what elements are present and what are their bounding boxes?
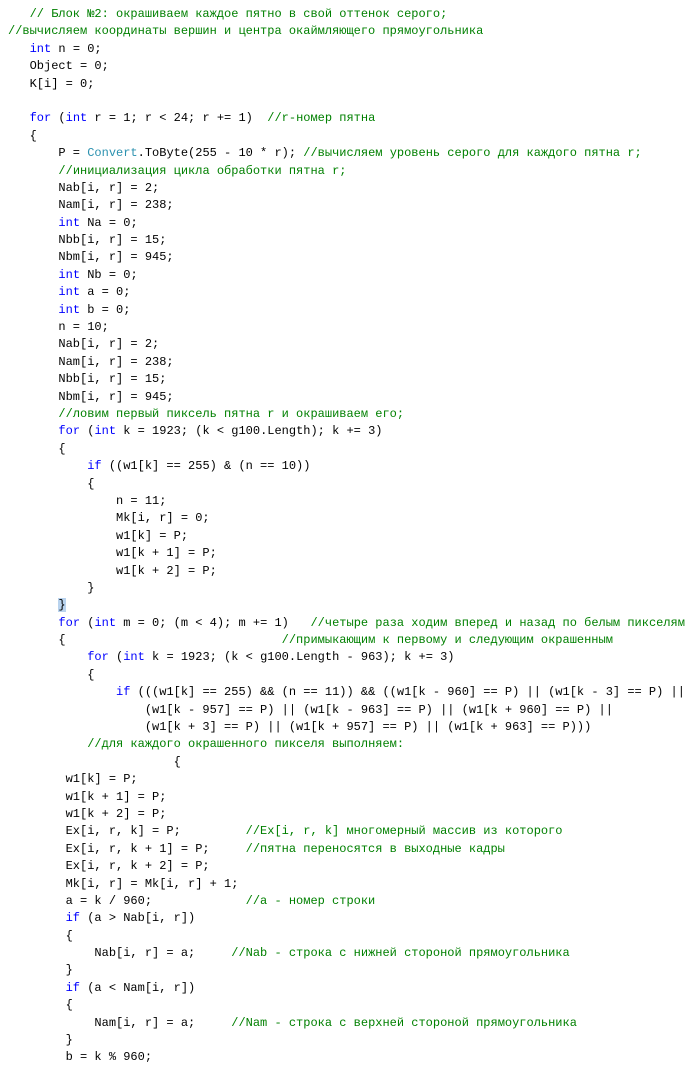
- keyword-int: int: [66, 111, 88, 125]
- code-text: }: [8, 581, 94, 595]
- keyword-for: for: [58, 424, 80, 438]
- comment: //инициализация цикла обработки пятна r;: [58, 164, 346, 178]
- keyword-int: int: [58, 268, 80, 282]
- keyword-for: for: [30, 111, 52, 125]
- code-text: (: [51, 111, 65, 125]
- comment: //вычисляем координаты вершин и центра о…: [8, 24, 483, 38]
- code-text: Nbm[i, r] = 945;: [8, 390, 174, 404]
- comment: //a - номер строки: [246, 894, 376, 908]
- code-text: }: [8, 1033, 73, 1047]
- keyword-int: int: [58, 303, 80, 317]
- selected-brace: }: [58, 598, 65, 612]
- comment: //вычисляем уровень серого для каждого п…: [303, 146, 641, 160]
- code-text: K[i] = 0;: [8, 77, 94, 91]
- code-text: b = k % 960;: [8, 1050, 152, 1064]
- keyword-int: int: [58, 285, 80, 299]
- keyword-if: if: [87, 459, 101, 473]
- code-text: Nab[i, r] = 2;: [8, 337, 159, 351]
- keyword-if: if: [66, 911, 80, 925]
- comment: //для каждого окрашенного пикселя выполн…: [87, 737, 404, 751]
- keyword-for: for: [87, 650, 109, 664]
- code-text: P =: [8, 146, 87, 160]
- code-text: k = 1923; (k < g100.Length - 963); k += …: [145, 650, 455, 664]
- code-text: {: [8, 668, 94, 682]
- code-text: Nbm[i, r] = 945;: [8, 250, 174, 264]
- comment: //ловим первый пиксель пятна r и окрашив…: [58, 407, 404, 421]
- comment: //Ex[i, r, k] многомерный массив из кото…: [246, 824, 563, 838]
- code-text: (w1[k - 957] == P) || (w1[k - 963] == P)…: [8, 703, 613, 717]
- keyword-if: if: [66, 981, 80, 995]
- comment: // Блок №2: окрашиваем каждое пятно в св…: [8, 7, 447, 21]
- keyword-if: if: [116, 685, 130, 699]
- code-text: w1[k + 1] = P;: [8, 790, 166, 804]
- code-text: Nbb[i, r] = 15;: [8, 372, 166, 386]
- code-text: {: [8, 755, 181, 769]
- code-text: m = 0; (m < 4); m += 1): [116, 616, 310, 630]
- code-text: .ToByte(255 - 10 * r);: [138, 146, 304, 160]
- comment: //Nab - строка с нижней стороной прямоуг…: [231, 946, 569, 960]
- code-text: n = 0;: [51, 42, 101, 56]
- code-text: (a < Nam[i, r]): [80, 981, 195, 995]
- comment: //r-номер пятна: [267, 111, 375, 125]
- code-text: n = 10;: [8, 320, 109, 334]
- code-text: a = k / 960;: [8, 894, 246, 908]
- code-text: b = 0;: [80, 303, 130, 317]
- code-text: Na = 0;: [80, 216, 138, 230]
- code-text: Nab[i, r] = 2;: [8, 181, 159, 195]
- code-text: Nam[i, r] = 238;: [8, 198, 174, 212]
- code-text: r = 1; r < 24; r += 1): [87, 111, 267, 125]
- code-text: {: [8, 129, 37, 143]
- code-text: w1[k] = P;: [8, 529, 188, 543]
- code-text: {: [8, 633, 282, 647]
- code-text: }: [8, 963, 73, 977]
- keyword-int: int: [30, 42, 52, 56]
- code-text: (((w1[k] == 255) && (n == 11)) && ((w1[k…: [130, 685, 685, 699]
- code-text: Nb = 0;: [80, 268, 138, 282]
- comment: //пятна переносятся в выходные кадры: [246, 842, 505, 856]
- keyword-int: int: [94, 424, 116, 438]
- code-block: // Блок №2: окрашиваем каждое пятно в св…: [0, 0, 685, 1073]
- comment: //четыре раза ходим вперед и назад по бе…: [310, 616, 685, 630]
- code-text: w1[k + 2] = P;: [8, 807, 166, 821]
- keyword-int: int: [58, 216, 80, 230]
- keyword-for: for: [58, 616, 80, 630]
- code-text: Nam[i, r] = a;: [8, 1016, 231, 1030]
- code-text: {: [8, 929, 73, 943]
- code-text: Ex[i, r, k + 1] = P;: [8, 842, 246, 856]
- code-text: w1[k + 1] = P;: [8, 546, 217, 560]
- code-text: w1[k] = P;: [8, 772, 138, 786]
- code-text: (w1[k + 3] == P) || (w1[k + 957] == P) |…: [8, 720, 591, 734]
- comment: //примыкающим к первому и следующим окра…: [282, 633, 613, 647]
- code-text: {: [8, 442, 66, 456]
- code-text: Nam[i, r] = 238;: [8, 355, 174, 369]
- code-text: Nbb[i, r] = 15;: [8, 233, 166, 247]
- code-text: Ex[i, r, k + 2] = P;: [8, 859, 210, 873]
- code-text: Nab[i, r] = a;: [8, 946, 231, 960]
- keyword-int: int: [94, 616, 116, 630]
- code-text: ((w1[k] == 255) & (n == 10)): [102, 459, 311, 473]
- code-text: Mk[i, r] = 0;: [8, 511, 210, 525]
- comment: //Nam - строка с верхней стороной прямоу…: [231, 1016, 577, 1030]
- type-convert: Convert: [87, 146, 137, 160]
- code-text: (a > Nab[i, r]): [80, 911, 195, 925]
- code-text: n = 11;: [8, 494, 166, 508]
- code-text: a = 0;: [80, 285, 130, 299]
- keyword-int: int: [123, 650, 145, 664]
- code-text: Object = 0;: [8, 59, 109, 73]
- code-text: (: [80, 616, 94, 630]
- code-text: k = 1923; (k < g100.Length); k += 3): [116, 424, 382, 438]
- code-text: (: [109, 650, 123, 664]
- code-text: {: [8, 477, 94, 491]
- code-text: Mk[i, r] = Mk[i, r] + 1;: [8, 877, 238, 891]
- code-text: w1[k + 2] = P;: [8, 564, 217, 578]
- code-text: {: [8, 998, 73, 1012]
- code-text: Ex[i, r, k] = P;: [8, 824, 246, 838]
- code-text: (: [80, 424, 94, 438]
